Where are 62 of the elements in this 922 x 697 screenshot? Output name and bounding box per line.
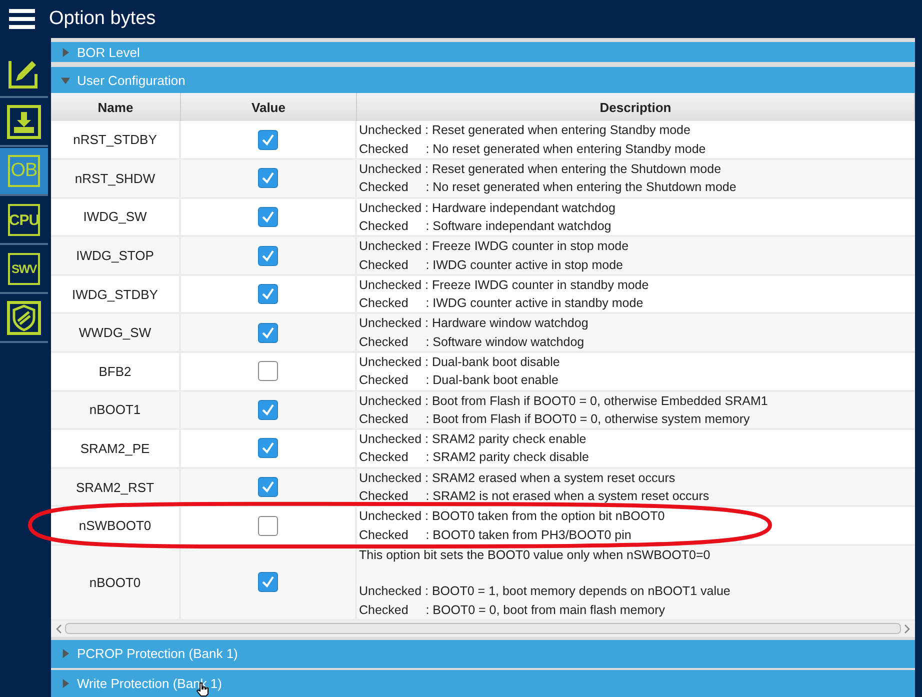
description-line: Checked : No reset generated when entering the Shutdown mode [359,179,738,196]
description-line: Checked : Software independant watchdog [359,218,612,235]
description-line: Checked : BOOT0 = 0, boot from main flash memory [359,602,666,619]
checkbox[interactable] [258,438,278,458]
description-line: Unchecked : Freeze IWDG counter in stop mode [359,238,630,256]
checkbox[interactable] [258,516,278,536]
option-name: nBOOT1 [51,392,181,428]
option-name: IWDG_STOP [51,237,181,274]
checkbox[interactable] [258,284,278,304]
checkbox[interactable] [258,322,278,343]
description-line: Unchecked : Boot from Flash if BOOT0 = 0, otherwise Embedded SRAM1 [359,392,769,410]
download-icon[interactable] [7,105,41,139]
checkbox[interactable] [258,246,278,266]
checkbox[interactable] [258,168,278,188]
description-line: Checked : IWDG counter active in standby mode [359,295,644,312]
option-name: nRST_STDBY [51,121,181,158]
option-name: BFB2 [51,352,181,390]
checkbox[interactable] [258,400,278,420]
description-line: Checked : Dual-bank boot enable [359,372,560,390]
checkbox[interactable] [258,361,278,382]
scroll-left-icon[interactable] [55,624,62,634]
description-line: Checked : Software window watchdog [359,334,586,351]
option-name: SRAM2_RST [51,468,181,506]
description-line: Checked : SRAM2 parity check disable [359,449,590,466]
scroll-right-icon[interactable] [904,624,911,634]
description-line: Unchecked : Dual-bank boot disable [359,354,561,371]
description-line: Unchecked : SRAM2 parity check enable [359,431,588,448]
expand-arrow-icon[interactable] [61,649,70,658]
description-line: Unchecked : SRAM2 erased when a system reset occurs [359,470,676,487]
shield-icon[interactable] [7,301,41,335]
page-title: Option bytes [49,8,156,30]
sidebar-tab[interactable]: SWV [8,253,40,285]
option-name: nBOOT0 [51,546,181,619]
description-line: Unchecked : Freeze IWDG counter in standby mode [359,276,650,294]
option-name: nSWBOOT0 [51,507,181,544]
horizontal-scrollbar[interactable] [51,620,915,637]
description-line: Unchecked : Hardware window watchdog [359,315,590,332]
description-note: This option bit sets the BOOT0 value only when nSWBOOT0=0 [359,546,712,564]
description-line: Checked : IWDG counter active in stop mode [359,256,624,274]
description-line: Unchecked : Reset generated when entering Standby mode [359,122,692,140]
description-line: Checked : Boot from Flash if BOOT0 = 0, otherwise system memory [359,410,751,428]
menu-icon[interactable] [9,8,35,30]
option-name: IWDG_STDBY [51,276,181,312]
checkbox[interactable] [258,206,278,227]
expand-arrow-icon[interactable] [61,48,70,57]
option-name: WWDG_SW [51,314,181,351]
checkbox[interactable] [258,572,278,592]
description-line: Checked : SRAM2 is not erased when a system reset occurs [359,488,710,506]
option-name: IWDG_SW [51,198,181,236]
description-line: Unchecked : BOOT0 taken from the option bit nBOOT0 [359,508,666,526]
checkbox[interactable] [258,477,278,498]
option-name: SRAM2_PE [51,430,181,467]
description-line: Unchecked : Hardware independant watchdog [359,200,616,217]
expand-arrow-icon[interactable] [61,678,70,688]
sidebar-tab[interactable]: CPU [8,204,40,236]
option-name: nRST_SHDW [51,160,181,197]
description-line: Checked : BOOT0 taken from PH3/BOOT0 pin [359,526,632,544]
description-line: Unchecked : Reset generated when entering the Shutdown mode [359,161,722,178]
checkbox[interactable] [258,130,278,150]
collapse-arrow-icon[interactable] [61,76,70,85]
description-line: Checked : No reset generated when entering Standby mode [359,140,707,158]
description-line: Unchecked : BOOT0 = 1, boot memory depends on nBOOT1 value [359,583,732,600]
